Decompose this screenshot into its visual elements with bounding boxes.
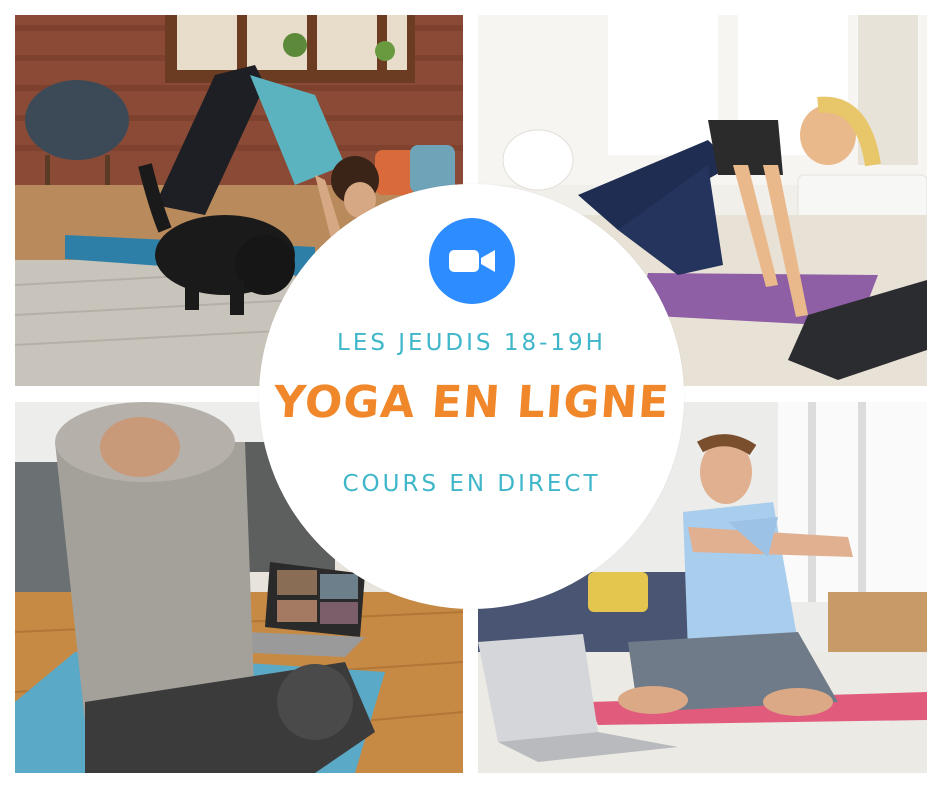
video-camera-icon [449,250,495,272]
subline-text: COURS EN DIRECT [342,471,601,497]
headline-title: YOGA EN LIGNE [271,377,672,428]
zoom-badge [429,218,515,304]
schedule-text: LES JEUDIS 18-19H [337,330,606,356]
